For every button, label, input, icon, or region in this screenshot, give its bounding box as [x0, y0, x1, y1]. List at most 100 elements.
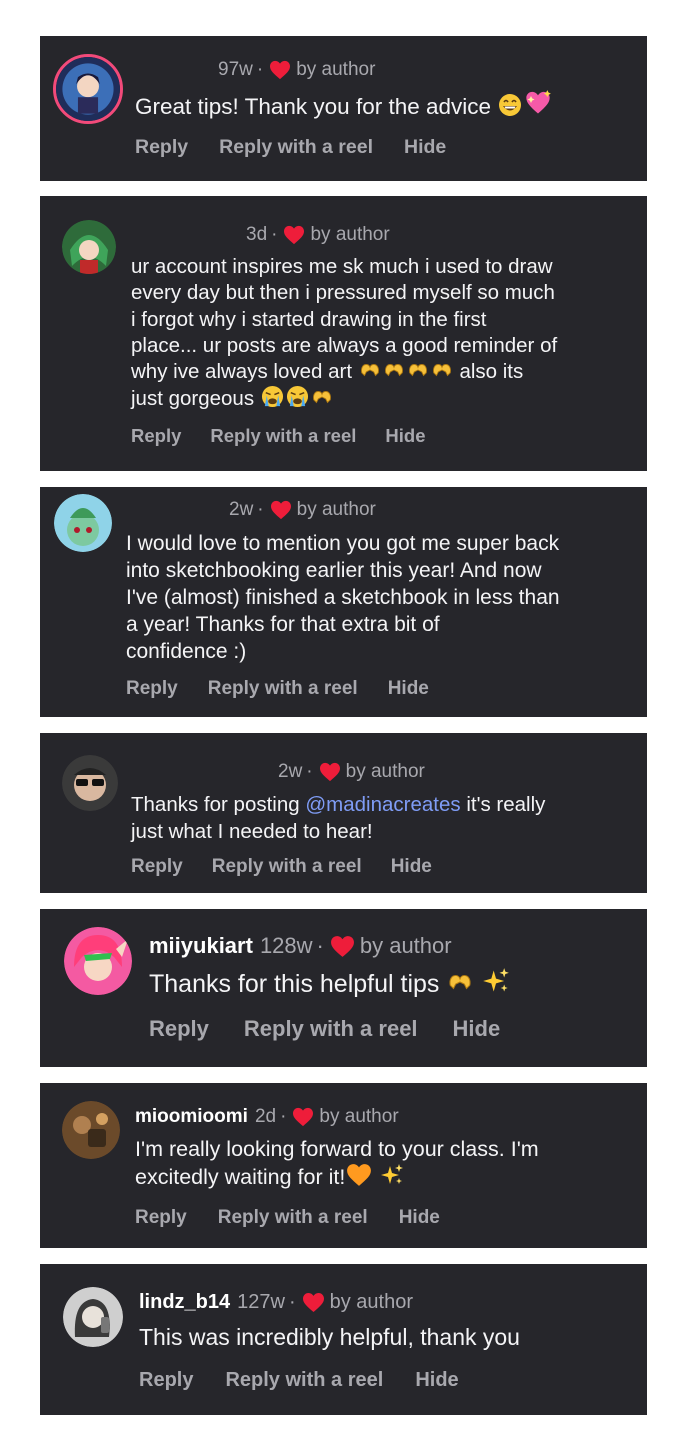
sparkles-icon [380, 1163, 404, 1187]
reply-button[interactable]: Reply [139, 1369, 193, 1392]
comment-time: 128w [259, 933, 313, 958]
hide-button[interactable]: Hide [385, 425, 425, 447]
hide-button[interactable]: Hide [453, 1016, 501, 1042]
username[interactable]: lindz_b14 [139, 1291, 230, 1314]
comment-meta: 2w · by author [229, 499, 376, 521]
comment-actions: Reply Reply with a reel Hide [135, 1207, 440, 1229]
comment-text: I would love to mention you got me super… [126, 532, 560, 663]
username[interactable]: miiyukiart [149, 933, 253, 959]
separator-dot: · [271, 224, 278, 245]
hide-button[interactable]: Hide [404, 136, 446, 159]
liked-by-author: by author [310, 224, 390, 245]
separator-dot: · [288, 1291, 296, 1313]
hide-button[interactable]: Hide [388, 678, 429, 700]
comment-time: 2d [254, 1106, 277, 1127]
loudly-crying-face-icon [261, 385, 284, 408]
avatar[interactable] [64, 927, 132, 995]
heart-icon [319, 762, 341, 782]
reply-button[interactable]: Reply [135, 136, 188, 159]
comment-actions: Reply Reply with a reel Hide [139, 1369, 459, 1392]
comment-meta: miiyukiart 128w · by author [149, 933, 452, 959]
heart-icon [269, 60, 291, 80]
avatar[interactable] [53, 54, 123, 124]
sparkling-heart-icon [524, 89, 552, 117]
avatar[interactable] [62, 220, 116, 274]
heart-icon [330, 935, 355, 958]
comment-card: 2w · by author Thanks for posting @madin… [40, 733, 647, 893]
heart-hands-icon [407, 359, 429, 381]
reply-with-reel-button[interactable]: Reply with a reel [244, 1016, 418, 1042]
heart-icon [302, 1292, 325, 1313]
hide-button[interactable]: Hide [391, 856, 432, 878]
loudly-crying-face-icon [286, 385, 309, 408]
liked-by-author: by author [319, 1106, 399, 1127]
heart-icon [292, 1107, 314, 1127]
comment-time: 3d [246, 224, 268, 245]
heart-hands-icon [359, 359, 381, 381]
comment-meta: mioomioomi 2d · by author [135, 1106, 399, 1128]
comment-text: Thanks for posting @madinacreates it's r… [131, 793, 546, 843]
heart-hands-icon [311, 386, 333, 408]
comment-time: 127w [237, 1291, 285, 1313]
reply-with-reel-button[interactable]: Reply with a reel [210, 425, 356, 447]
comment-card: 3d · by author ur account inspires me sk… [40, 196, 647, 471]
comment-card: miiyukiart 128w · by author Thanks for t… [40, 909, 647, 1067]
separator-dot: · [280, 1106, 287, 1127]
comment-meta: 2w · by author [278, 761, 425, 783]
reply-with-reel-button[interactable]: Reply with a reel [225, 1369, 383, 1392]
reply-button[interactable]: Reply [131, 856, 183, 878]
heart-icon [283, 225, 305, 245]
comment-card: 97w · by author Great tips! Thank you fo… [40, 36, 647, 181]
reply-button[interactable]: Reply [126, 678, 178, 700]
comment-card: lindz_b14 127w · by author This was incr… [40, 1264, 647, 1415]
reply-with-reel-button[interactable]: Reply with a reel [219, 136, 373, 159]
hide-button[interactable]: Hide [415, 1369, 458, 1392]
heart-hands-icon [383, 359, 405, 381]
comment-time: 97w [218, 59, 253, 80]
comment-actions: Reply Reply with a reel Hide [131, 425, 425, 447]
comment-card: mioomioomi 2d · by author I'm really loo… [40, 1083, 647, 1248]
separator-dot: · [316, 933, 324, 958]
liked-by-author: by author [359, 933, 452, 958]
separator-dot: · [257, 499, 264, 520]
avatar[interactable] [63, 1287, 123, 1347]
reply-with-reel-button[interactable]: Reply with a reel [212, 856, 362, 878]
avatar[interactable] [54, 494, 112, 552]
comment-actions: Reply Reply with a reel Hide [149, 1016, 500, 1042]
username[interactable]: mioomioomi [135, 1106, 248, 1128]
liked-by-author: by author [329, 1291, 414, 1313]
avatar[interactable] [62, 1101, 120, 1159]
comment-text: I'm really looking forward to your class… [135, 1137, 539, 1189]
comment-text: ur account inspires me sk much i used to… [131, 255, 558, 411]
hide-button[interactable]: Hide [399, 1207, 440, 1229]
separator-dot: · [256, 59, 264, 80]
comment-card: 2w · by author I would love to mention y… [40, 487, 647, 717]
separator-dot: · [306, 761, 313, 782]
comment-time: 2w [278, 761, 303, 782]
comment-meta: 3d · by author [246, 224, 390, 246]
avatar[interactable] [62, 755, 118, 811]
comment-text: Great tips! Thank you for the advice [135, 89, 553, 120]
mention-link[interactable]: @madinacreates [305, 793, 460, 816]
heart-icon [270, 500, 292, 520]
reply-with-reel-button[interactable]: Reply with a reel [208, 678, 358, 700]
comment-actions: Reply Reply with a reel Hide [126, 678, 429, 700]
heart-hands-icon [431, 359, 453, 381]
comment-actions: Reply Reply with a reel Hide [135, 136, 446, 159]
grinning-face-icon [498, 93, 522, 117]
comment-meta: 97w · by author [218, 59, 375, 81]
comment-text: Thanks for this helpful tips [149, 967, 511, 999]
comment-meta: lindz_b14 127w · by author [139, 1291, 413, 1314]
sparkles-icon [482, 967, 510, 995]
reply-with-reel-button[interactable]: Reply with a reel [218, 1207, 368, 1229]
comment-time: 2w [229, 499, 254, 520]
reply-button[interactable]: Reply [135, 1207, 187, 1229]
liked-by-author: by author [345, 761, 425, 782]
heart-hands-icon [447, 969, 473, 995]
reply-button[interactable]: Reply [131, 425, 181, 447]
comment-actions: Reply Reply with a reel Hide [131, 856, 432, 878]
reply-button[interactable]: Reply [149, 1016, 209, 1042]
liked-by-author: by author [296, 499, 376, 520]
liked-by-author: by author [296, 59, 376, 80]
comment-text: This was incredibly helpful, thank you [139, 1324, 520, 1350]
